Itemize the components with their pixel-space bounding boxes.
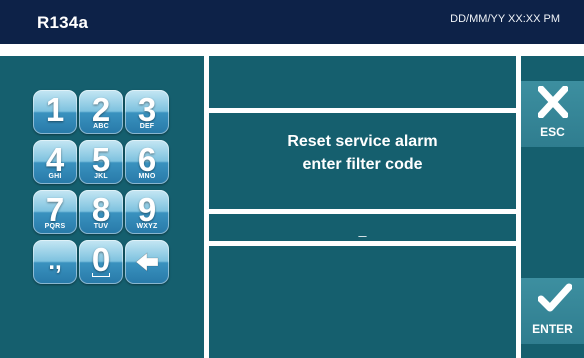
key-digit: ., xyxy=(48,248,62,275)
esc-button[interactable]: ESC xyxy=(521,81,584,147)
key-7[interactable]: 7 PQRS xyxy=(33,190,77,234)
key-5[interactable]: 5 JKL xyxy=(79,140,123,184)
key-letters: MNO xyxy=(138,173,156,180)
key-decimal-comma[interactable]: ., xyxy=(33,240,77,284)
enter-button[interactable]: ENTER xyxy=(521,278,584,344)
key-digit: 1 xyxy=(45,91,65,128)
key-letters: GHI xyxy=(48,173,62,180)
key-3[interactable]: 3 DEF xyxy=(125,90,169,134)
key-letters: JKL xyxy=(94,173,108,180)
key-backspace[interactable] xyxy=(125,240,169,284)
input-cursor: _ xyxy=(358,221,367,237)
esc-label: ESC xyxy=(540,125,565,139)
enter-label: ENTER xyxy=(532,322,573,336)
space-icon xyxy=(92,273,110,277)
key-letters: DEF xyxy=(139,123,155,130)
header-bar: R134a DD/MM/YY XX:XX PM xyxy=(0,0,584,44)
key-0[interactable]: 0 xyxy=(79,240,123,284)
prompt-message: Reset service alarm enter filter code xyxy=(209,130,516,176)
key-4[interactable]: 4 GHI xyxy=(33,140,77,184)
key-letters: ABC xyxy=(93,123,109,130)
key-letters: TUV xyxy=(93,223,109,230)
display-bottom-area xyxy=(209,246,516,358)
backspace-arrow-icon xyxy=(135,252,159,272)
key-6[interactable]: 6 MNO xyxy=(125,140,169,184)
key-2[interactable]: 2 ABC xyxy=(79,90,123,134)
key-9[interactable]: 9 WXYZ xyxy=(125,190,169,234)
key-1[interactable]: 1 xyxy=(33,90,77,134)
code-input-field[interactable]: _ xyxy=(209,214,516,241)
key-8[interactable]: 8 TUV xyxy=(79,190,123,234)
keypad-panel: 1 2 ABC 3 DEF 4 GHI 5 JKL 6 MNO 7 PQRS 8… xyxy=(0,56,204,358)
close-x-icon xyxy=(538,86,568,118)
display-top-area xyxy=(209,56,516,108)
key-letters: WXYZ xyxy=(136,223,158,230)
prompt-line-1: Reset service alarm xyxy=(287,133,438,150)
key-letters: PQRS xyxy=(44,223,66,230)
message-panel: Reset service alarm enter filter code xyxy=(209,113,516,209)
datetime-display: DD/MM/YY XX:XX PM xyxy=(450,13,560,25)
prompt-line-2: enter filter code xyxy=(302,156,423,173)
refrigerant-title: R134a xyxy=(37,13,89,32)
checkmark-icon xyxy=(538,283,572,312)
